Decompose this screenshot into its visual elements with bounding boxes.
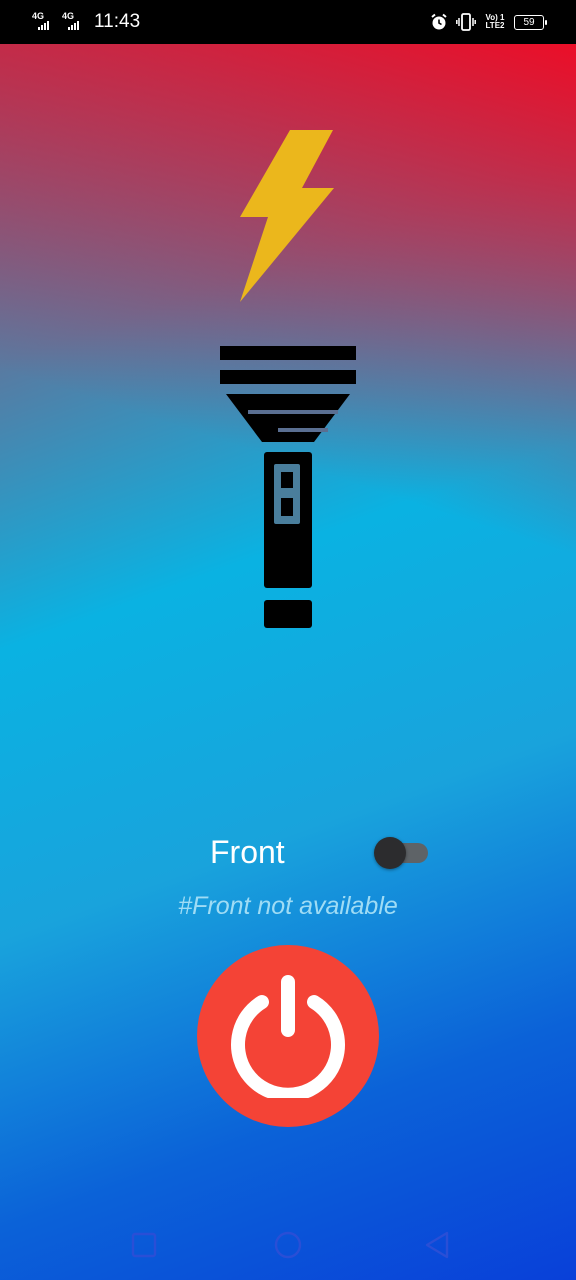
signal-2-label: 4G bbox=[62, 11, 75, 21]
signal-1-label: 4G bbox=[32, 11, 45, 21]
home-circle-icon[interactable] bbox=[273, 1230, 303, 1260]
volte-line-2: LTE2 bbox=[485, 21, 505, 30]
flashlight-icon[interactable] bbox=[218, 346, 358, 630]
front-camera-row: Front bbox=[0, 830, 576, 876]
front-toggle-switch[interactable] bbox=[372, 837, 428, 869]
clock: 11:43 bbox=[94, 11, 141, 32]
volte-indicator: Vo) 1 LTE2 bbox=[484, 14, 506, 30]
signal-1-icon: 4G bbox=[32, 10, 58, 34]
alarm-icon bbox=[430, 13, 448, 31]
power-icon bbox=[231, 975, 345, 1098]
back-triangle-icon[interactable] bbox=[423, 1230, 453, 1260]
battery-level: 59 bbox=[523, 16, 535, 28]
status-left: 4G 4G 11:43 bbox=[32, 0, 140, 44]
flashlight-screen: Front #Front not available bbox=[0, 44, 576, 1280]
power-button[interactable] bbox=[197, 945, 379, 1127]
system-nav-bar bbox=[0, 1200, 576, 1280]
lightning-bolt-icon bbox=[240, 130, 334, 302]
battery-icon: 59 bbox=[514, 14, 547, 30]
signal-2-icon: 4G bbox=[62, 10, 88, 34]
front-not-available-note: #Front not available bbox=[178, 892, 398, 920]
front-label: Front bbox=[210, 834, 285, 870]
vibrate-icon bbox=[456, 13, 476, 31]
recents-square-icon[interactable] bbox=[129, 1230, 159, 1260]
toggle-thumb bbox=[374, 837, 406, 869]
status-right: Vo) 1 LTE2 59 bbox=[430, 0, 547, 44]
status-bar: 4G 4G 11:43 Vo) 1 LTE2 59 bbox=[0, 0, 576, 44]
